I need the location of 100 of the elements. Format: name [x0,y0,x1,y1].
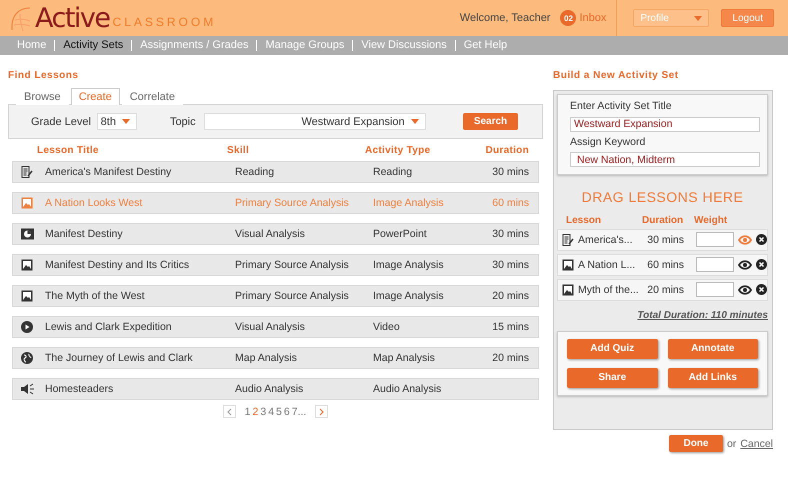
action-button[interactable]: Add Links [668,368,758,388]
lesson-title: Manifest Destiny and Its Critics [45,259,190,271]
lesson-row[interactable]: The Myth of the West Primary Source Analysis Image Analysis 20 mins [12,285,539,307]
lesson-row[interactable]: Homesteaders Audio Analysis Audio Analysis [12,378,539,400]
section-title: Build a New Activity Set [553,70,680,83]
lesson-title: Manifest Destiny [45,228,124,240]
remove-icon[interactable] [756,234,767,245]
total-duration: Total Duration: 110 minutes [636,310,768,320]
column-header: Activity Type [365,144,432,156]
topic-dropdown[interactable]: Westward Expansion [204,113,426,130]
weight-input[interactable] [696,282,734,297]
skill-cell-text: Reading [235,166,276,178]
page-link[interactable]: 1 [244,406,251,418]
skill-cell-text: Primary Source Analysis [235,259,350,271]
preview-eye-icon[interactable] [738,284,752,294]
image-icon [562,258,574,270]
duration-cell-text: 30 mins [491,228,529,240]
image-icon [21,197,33,209]
previous-page-button[interactable] [222,405,236,418]
lesson-title: America's Manifest Destiny [45,166,172,178]
skill-cell-text: Visual Analysis [235,321,306,333]
logo-text: Active [35,4,110,32]
lesson-title: Homesteaders [45,383,114,395]
lesson-row[interactable]: Manifest Destiny and Its Critics Primary Source Analysis Image Analysis 30 mins [12,254,539,276]
lesson-title: Lewis and Clark Expedition [45,321,173,333]
globe-logo-icon [10,6,32,32]
tab[interactable]: Create [70,88,120,105]
image-icon [21,290,33,302]
lesson-title: The Myth of the West [45,290,146,302]
chevron-left-icon [226,408,232,416]
image-icon [21,259,33,271]
duration-cell-text: 20 mins [491,352,529,364]
title-input[interactable]: Westward Expansion [570,116,760,132]
action-button[interactable]: Annotate [668,338,758,358]
lesson-name: America's... [578,234,634,246]
done-button[interactable]: Done [668,435,723,452]
lesson-title: The Journey of Lewis and Clark [45,352,194,364]
search-button[interactable]: Search [463,113,518,130]
duration-cell-text: 20 mins [491,290,529,302]
activity-type-cell-text: Image Analysis [373,290,445,302]
column-header: Duration [484,144,529,156]
speaker-icon [21,383,34,395]
next-page-button[interactable] [315,405,328,418]
page-link[interactable]: 4 [268,406,274,418]
weight-input[interactable] [696,232,734,247]
section-title: Find Lessons [8,70,80,83]
field-label: Assign Keyword [570,136,646,148]
cancel-link[interactable]: Cancel [740,438,773,450]
skill-cell-text: Primary Source Analysis [235,197,350,209]
skill-cell-text: Visual Analysis [235,228,306,240]
lesson-row[interactable]: Manifest Destiny Visual Analysis PowerPoint 30 mins [12,223,539,245]
globe-icon [21,352,33,364]
grade-dropdown[interactable]: 8th [96,113,137,130]
lesson-title: A Nation Looks West [45,197,144,209]
nav-link[interactable]: Activity Sets [54,40,132,51]
action-button[interactable]: Share [567,368,658,388]
activity-type-cell-text: Image Analysis [373,259,445,271]
activity-type-cell-text: PowerPoint [373,228,428,240]
page-link[interactable]: 6 [284,406,290,418]
page-link[interactable]: 2 [252,406,258,418]
remove-icon[interactable] [756,259,767,270]
duration-text: 20 mins [646,284,684,296]
skill-cell-text: Primary Source Analysis [235,290,350,302]
play-icon [21,321,33,333]
activity-type-cell-text: Image Analysis [373,197,445,209]
keyword-input[interactable]: New Nation, Midterm [570,152,760,167]
activity-type-cell-text: Video [373,321,401,333]
column-header: Skill [227,144,250,156]
document-icon [562,234,574,246]
column-header: Weight [694,214,728,226]
weight-input[interactable] [696,257,734,272]
or-text: or [726,438,736,450]
lesson-name: Myth of the... [578,284,636,296]
lesson-row[interactable]: Lewis and Clark Expedition Visual Analysis Video 15 mins [12,316,539,338]
page-link[interactable]: 3 [260,406,266,418]
lesson-row[interactable]: The Journey of Lewis and Clark Map Analysis Map Analysis 20 mins [12,347,539,369]
lesson-name: A Nation L... [578,258,636,270]
activity-type-cell-text: Reading [373,166,414,178]
welcome-text: Welcome, Teacher [460,12,550,24]
duration-cell-text: 30 mins [491,166,529,178]
field-label: Enter Activity Set Title [570,100,673,112]
grade-label: Grade Level [31,116,91,128]
page-link[interactable]: 7... [292,406,306,418]
column-header: Lesson [566,214,602,226]
drop-zone-label: DRAG LESSONS HERE [580,188,744,204]
image-icon [562,284,574,296]
preview-eye-icon[interactable] [738,260,752,270]
slideshow-icon [21,228,34,240]
action-button[interactable]: Add Quiz [567,338,658,358]
duration-cell-text: 60 mins [491,197,529,209]
activity-type-cell-text: Audio Analysis [373,383,442,395]
activity-type-cell-text: Map Analysis [373,352,436,364]
logo-subtitle: CLASSROOM [112,14,216,30]
logout-button[interactable]: Logout [721,9,774,27]
inbox-count: 02 [560,10,576,26]
document-icon [21,166,33,178]
page-link[interactable]: 5 [276,406,282,418]
skill-cell-text: Audio Analysis [235,383,304,395]
lesson-row[interactable]: America's Manifest Destiny Reading Reading 30 mins [12,161,539,183]
remove-icon[interactable] [756,284,767,295]
